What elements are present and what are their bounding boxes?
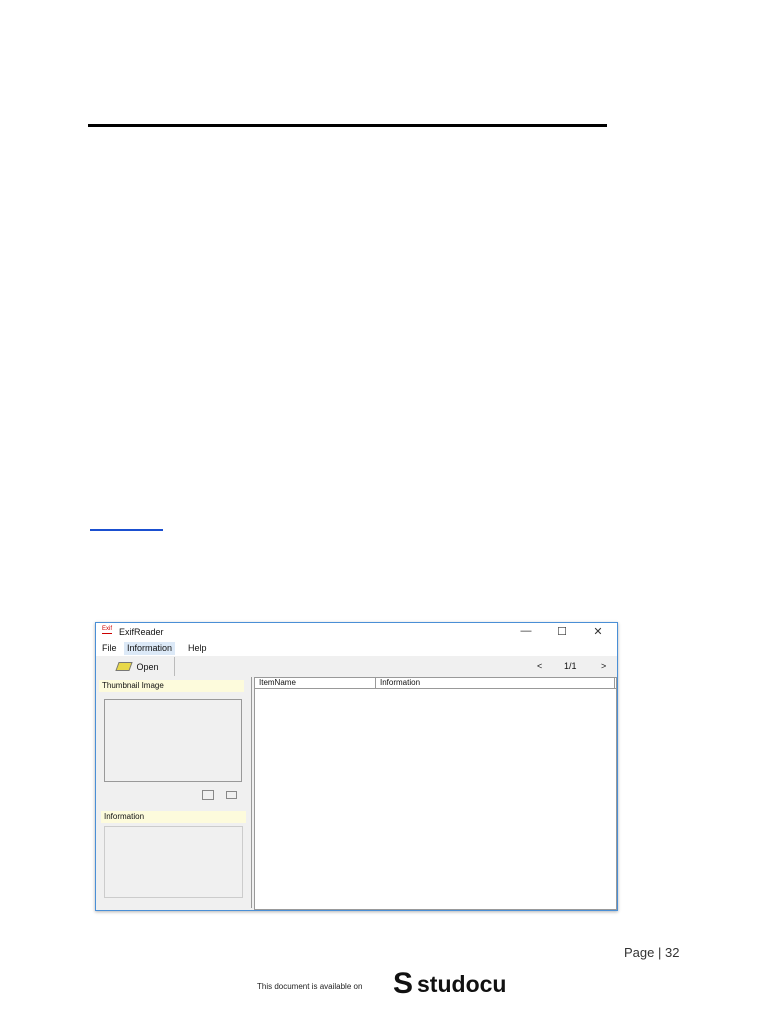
- next-page-button[interactable]: >: [601, 661, 606, 671]
- app-icon: Exif: [102, 626, 113, 634]
- availability-text: This document is available on: [257, 982, 363, 991]
- open-button[interactable]: Open: [102, 657, 175, 676]
- column-information[interactable]: Information: [376, 678, 615, 688]
- exifreader-window: Exif ExifReader — ☐ ✕ File Information H…: [95, 622, 618, 911]
- minimize-button[interactable]: —: [511, 625, 541, 639]
- toolbar: Open < 1/1 >: [96, 656, 617, 677]
- studocu-icon: S: [393, 967, 414, 1000]
- item-list[interactable]: ItemName Information: [254, 677, 617, 910]
- information-box: [104, 826, 243, 898]
- save-icon[interactable]: [202, 790, 214, 800]
- menu-file[interactable]: File: [99, 642, 120, 655]
- window-title: ExifReader: [119, 627, 164, 637]
- page-indicator: 1/1: [564, 661, 577, 671]
- page-number: Page | 32: [624, 945, 680, 960]
- brand-name: studocu: [417, 970, 507, 997]
- menu-bar: File Information Help: [96, 641, 617, 656]
- horizontal-rule: [88, 124, 607, 127]
- column-itemname[interactable]: ItemName: [255, 678, 376, 688]
- thumbnail-label: Thumbnail Image: [99, 680, 244, 692]
- menu-information[interactable]: Information: [124, 642, 176, 655]
- open-folder-icon: [115, 662, 134, 671]
- hyperlink-underline[interactable]: [90, 529, 163, 531]
- list-header: ItemName Information: [255, 678, 616, 689]
- left-panel: Thumbnail Image Information: [98, 677, 252, 908]
- close-button[interactable]: ✕: [583, 625, 613, 639]
- prev-page-button[interactable]: <: [537, 661, 542, 671]
- open-label: Open: [136, 661, 159, 672]
- maximize-button[interactable]: ☐: [547, 625, 577, 639]
- title-bar[interactable]: Exif ExifReader — ☐ ✕: [96, 623, 617, 641]
- information-label: Information: [101, 811, 246, 823]
- thumbnail-box: [104, 699, 242, 782]
- menu-help[interactable]: Help: [185, 642, 210, 655]
- studocu-logo[interactable]: S studocu: [393, 969, 506, 999]
- view-icon[interactable]: [226, 791, 237, 799]
